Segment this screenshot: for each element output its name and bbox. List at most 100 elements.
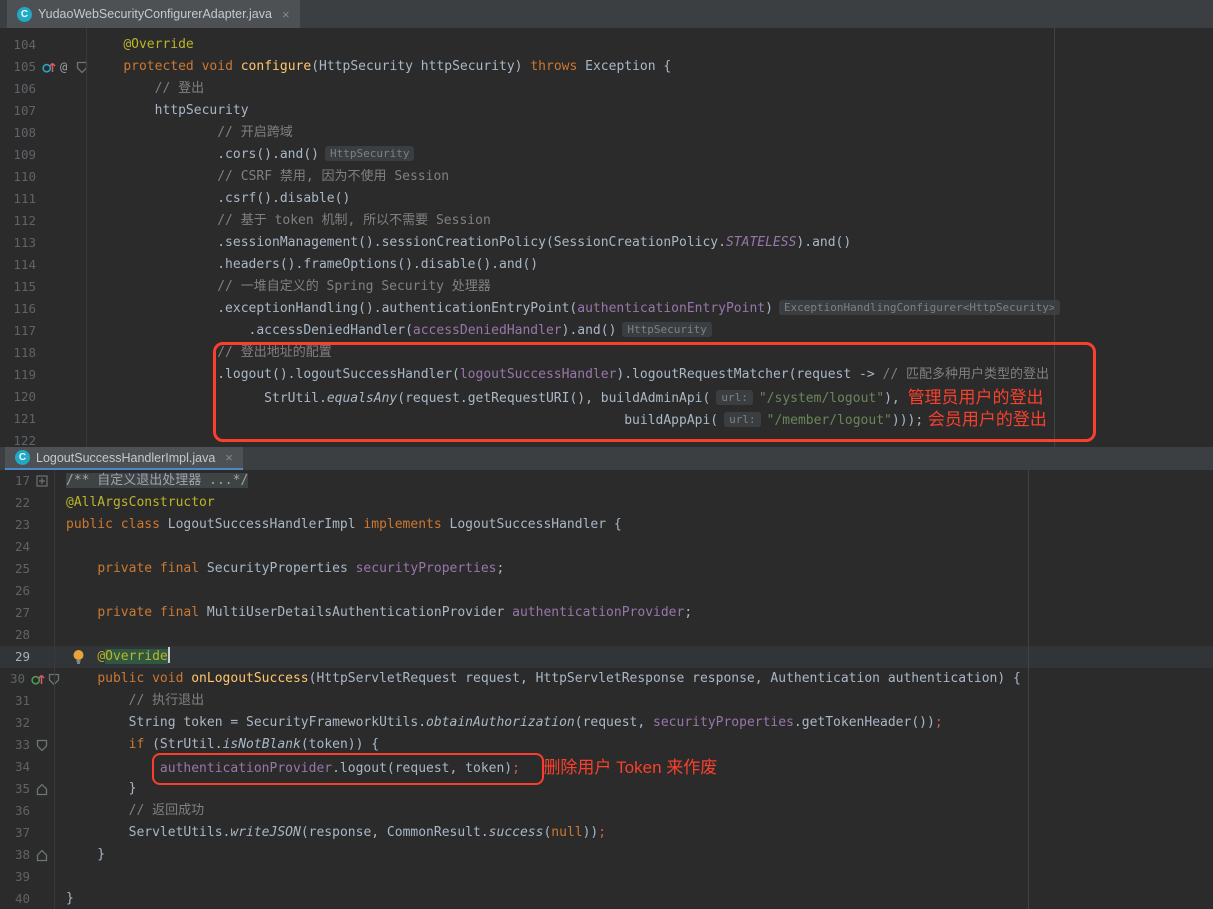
code-text[interactable]: private final MultiUserDetailsAuthentica…	[60, 602, 1213, 624]
code-line[interactable]: 40}	[0, 888, 1213, 909]
editor-gutter[interactable]: 122	[0, 430, 88, 447]
code-line[interactable]: 104 @Override	[0, 34, 1213, 56]
code-text[interactable]: @Override	[60, 646, 1213, 668]
code-line[interactable]: 25 private final SecurityProperties secu…	[0, 558, 1213, 580]
code-line[interactable]: 115 // 一堆自定义的 Spring Security 处理器	[0, 276, 1213, 298]
code-line[interactable]: 117 .accessDeniedHandler(accessDeniedHan…	[0, 320, 1213, 342]
code-text[interactable]: // 执行退出	[60, 690, 1213, 712]
code-line[interactable]: 113 .sessionManagement().sessionCreation…	[0, 232, 1213, 254]
line-number[interactable]: 27	[0, 602, 30, 624]
code-line[interactable]: 114 .headers().frameOptions().disable().…	[0, 254, 1213, 276]
line-number[interactable]: 23	[0, 514, 30, 536]
line-number[interactable]: 108	[0, 122, 36, 144]
code-text[interactable]: // 一堆自定义的 Spring Security 处理器	[88, 276, 1213, 298]
line-number[interactable]: 28	[0, 624, 30, 646]
line-number[interactable]: 121	[0, 408, 36, 430]
code-line[interactable]: 17/** 自定义退出处理器 ...*/	[0, 470, 1213, 492]
code-text[interactable]: private final SecurityProperties securit…	[60, 558, 1213, 580]
code-text[interactable]: StrUtil.equalsAny(request.getRequestURI(…	[88, 386, 1213, 408]
line-number[interactable]: 37	[0, 822, 30, 844]
code-text[interactable]: .accessDeniedHandler(accessDeniedHandler…	[88, 320, 1213, 342]
line-number[interactable]: 31	[0, 690, 30, 712]
editor-gutter[interactable]: 29	[0, 646, 60, 668]
line-number[interactable]: 109	[0, 144, 36, 166]
code-line[interactable]: 108 // 开启跨域	[0, 122, 1213, 144]
code-text[interactable]: // 基于 token 机制, 所以不需要 Session	[88, 210, 1213, 232]
editor-gutter[interactable]: 40	[0, 888, 60, 909]
code-text[interactable]	[60, 580, 1213, 602]
editor-gutter[interactable]: 113	[0, 232, 88, 254]
code-line[interactable]: 106 // 登出	[0, 78, 1213, 100]
editor-gutter[interactable]: 116	[0, 298, 88, 320]
line-number[interactable]: 106	[0, 78, 36, 100]
line-number[interactable]: 117	[0, 320, 36, 342]
editor-gutter[interactable]: 35	[0, 778, 60, 800]
line-number[interactable]: 38	[0, 844, 30, 866]
fold-end-icon[interactable]	[36, 783, 48, 796]
code-line[interactable]: 107 httpSecurity	[0, 100, 1213, 122]
code-text[interactable]: .csrf().disable()	[88, 188, 1213, 210]
code-text[interactable]	[60, 624, 1213, 646]
override-method-icon[interactable]	[42, 60, 56, 74]
editor-gutter[interactable]: 30	[0, 668, 60, 690]
code-text[interactable]: .headers().frameOptions().disable().and(…	[88, 254, 1213, 276]
code-text[interactable]: authenticationProvider.logout(request, t…	[60, 756, 1213, 778]
code-text[interactable]: }	[60, 844, 1213, 866]
line-number[interactable]: 107	[0, 100, 36, 122]
fold-region-icon[interactable]	[36, 739, 48, 752]
line-number[interactable]: 118	[0, 342, 36, 364]
top-editor[interactable]: 104 @Override105@ protected void configu…	[0, 28, 1213, 447]
code-text[interactable]: .exceptionHandling().authenticationEntry…	[88, 298, 1213, 320]
line-number[interactable]: 26	[0, 580, 30, 602]
line-number[interactable]: 35	[0, 778, 30, 800]
line-number[interactable]: 36	[0, 800, 30, 822]
line-number[interactable]: 115	[0, 276, 36, 298]
code-line[interactable]: 121 buildAppApi(url:"/member/logout")));…	[0, 408, 1213, 430]
line-number[interactable]: 114	[0, 254, 36, 276]
code-line[interactable]: 39	[0, 866, 1213, 888]
code-line[interactable]: 38 }	[0, 844, 1213, 866]
implement-method-icon[interactable]	[31, 672, 45, 686]
line-number[interactable]: 33	[0, 734, 30, 756]
editor-gutter[interactable]: 107	[0, 100, 88, 122]
line-number[interactable]: 112	[0, 210, 36, 232]
code-text[interactable]: .logout().logoutSuccessHandler(logoutSuc…	[88, 364, 1213, 386]
editor-gutter[interactable]: 39	[0, 866, 60, 888]
editor-gutter[interactable]: 25	[0, 558, 60, 580]
editor-gutter[interactable]: 23	[0, 514, 60, 536]
code-text[interactable]: /** 自定义退出处理器 ...*/	[60, 470, 1213, 492]
line-number[interactable]: 111	[0, 188, 36, 210]
code-line[interactable]: 120 StrUtil.equalsAny(request.getRequest…	[0, 386, 1213, 408]
code-line[interactable]: 34 authenticationProvider.logout(request…	[0, 756, 1213, 778]
editor-gutter[interactable]: 105@	[0, 56, 88, 78]
editor-gutter[interactable]: 34	[0, 756, 60, 778]
editor-gutter[interactable]: 120	[0, 386, 88, 408]
line-number[interactable]: 113	[0, 232, 36, 254]
annotation-at-icon[interactable]: @	[59, 60, 73, 74]
editor-gutter[interactable]: 115	[0, 276, 88, 298]
code-text[interactable]: protected void configure(HttpSecurity ht…	[88, 56, 1213, 78]
line-number[interactable]: 40	[0, 888, 30, 909]
editor-gutter[interactable]: 119	[0, 364, 88, 386]
code-text[interactable]: // 登出地址的配置	[88, 342, 1213, 364]
code-line[interactable]: 109 .cors().and()HttpSecurity	[0, 144, 1213, 166]
editor-gutter[interactable]: 32	[0, 712, 60, 734]
code-text[interactable]: public void onLogoutSuccess(HttpServletR…	[60, 668, 1213, 690]
code-text[interactable]: public class LogoutSuccessHandlerImpl im…	[60, 514, 1213, 536]
code-line[interactable]: 23 public class LogoutSuccessHandlerImpl …	[0, 514, 1213, 536]
expand-fold-icon[interactable]	[36, 475, 48, 487]
code-line[interactable]: 33 if (StrUtil.isNotBlank(token)) {	[0, 734, 1213, 756]
code-text[interactable]: String token = SecurityFrameworkUtils.ob…	[60, 712, 1213, 734]
code-text[interactable]: @AllArgsConstructor	[60, 492, 1213, 514]
code-line[interactable]: 37 ServletUtils.writeJSON(response, Comm…	[0, 822, 1213, 844]
editor-gutter[interactable]: 28	[0, 624, 60, 646]
line-number[interactable]: 39	[0, 866, 30, 888]
code-text[interactable]: @Override	[88, 34, 1213, 56]
line-number[interactable]: 25	[0, 558, 30, 580]
editor-gutter[interactable]: 22	[0, 492, 60, 514]
code-text[interactable]: // CSRF 禁用, 因为不使用 Session	[88, 166, 1213, 188]
code-line[interactable]: 105@ protected void configure(HttpSecuri…	[0, 56, 1213, 78]
line-number[interactable]: 29	[0, 646, 30, 668]
code-line[interactable]: 24	[0, 536, 1213, 558]
editor-gutter[interactable]: 121	[0, 408, 88, 430]
